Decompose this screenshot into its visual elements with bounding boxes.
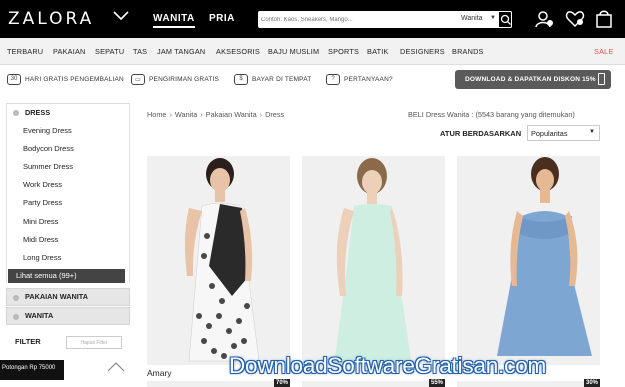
sidebar-item-long-dress[interactable]: Long Dress [7,248,129,266]
scroll-up-chevron-icon[interactable] [104,359,128,375]
cat-terbaru[interactable]: TERBARU [7,47,43,56]
sidebar-group-pakaian-wanita[interactable]: PAKAIAN WANITA [6,287,130,306]
sidebar-item-bodycon-dress[interactable]: Bodycon Dress [7,139,129,157]
sidebar-section-title: DRESS [25,108,51,117]
nav-wanita[interactable]: WANITA [153,13,195,28]
top-bar: ZALORA WANITA PRIA Wanita ▼ [0,0,625,38]
benefit-free-return[interactable]: 30 HARI GRATIS PENGEMBALIAN [7,73,124,85]
nav-pria[interactable]: PRIA [209,13,235,24]
caret-down-icon: ▼ [589,129,595,135]
sidebar-group-label: WANITA [25,311,54,320]
delivery-truck-icon: ▭ [131,73,145,85]
breadcrumb-home[interactable]: Home [147,110,166,119]
sidebar-list: Evening Dress Bodycon Dress Summer Dress… [6,121,130,283]
sidebar-group-label: PAKAIAN WANITA [25,292,88,301]
sidebar-item-party-dress[interactable]: Party Dress [7,194,129,212]
user-icon[interactable] [534,9,554,29]
breadcrumb-separator-icon: › [200,110,203,119]
see-all-link[interactable]: Lihat semua (99+) [8,268,125,283]
benefit-label: PENGIRIMAN GRATIS [149,75,220,83]
bullet-icon [13,110,19,116]
breadcrumb-separator-icon: › [169,110,172,119]
benefit-faq[interactable]: ? PERTANYAAN? [326,73,393,85]
sidebar-item-evening-dress[interactable]: Evening Dress [7,121,129,139]
benefit-free-shipping[interactable]: ▭ PENGIRIMAN GRATIS [131,73,219,85]
shopping-bag-icon[interactable] [594,9,614,29]
sort-select[interactable]: Popularitas ▼ [527,125,600,141]
bullet-icon [13,313,19,320]
sidebar-group-wanita[interactable]: WANITA [6,306,130,325]
cat-sale[interactable]: SALE [594,47,613,56]
bullet-icon [13,294,19,301]
zalora-logo[interactable]: ZALORA [8,9,94,29]
cash-payment-icon: $ [234,73,248,85]
benefit-label: BAYAR DI TEMPAT [252,75,312,83]
cat-tas[interactable]: TAS [133,47,147,56]
discount-badge: 30% [584,379,600,387]
wishlist-heart-icon[interactable] [565,9,585,29]
cat-jam-tangan[interactable]: JAM TANGAN [157,47,205,56]
cat-sports[interactable]: SPORTS [328,47,359,56]
download-app-button[interactable]: DOWNLOAD & DAPATKAN DISKON 15% [455,70,611,89]
caret-down-icon[interactable]: ▼ [490,15,496,21]
sidebar-item-summer-dress[interactable]: Summer Dress [7,157,129,175]
category-sidebar: DRESS Evening Dress Bodycon Dress Summer… [6,103,130,325]
30-days-return-icon: 30 [7,73,21,85]
phone-icon [598,73,605,85]
cat-pakaian[interactable]: PAKAIAN [53,47,86,56]
sort-value: Popularitas [531,128,568,138]
discount-badge: 70% [274,379,290,387]
search-category-select[interactable]: Wanita [461,15,483,22]
sort-label: ATUR BERDASARKAN [440,129,522,138]
sidebar-item-mini-dress[interactable]: Mini Dress [7,212,129,230]
cat-batik[interactable]: BATIK [367,47,389,56]
benefit-cod[interactable]: $ BAYAR DI TEMPAT [234,73,311,85]
benefit-label: PERTANYAAN? [344,75,393,83]
search-input[interactable] [261,13,451,26]
download-app-label: DOWNLOAD & DAPATKAN DISKON 15% [465,76,596,83]
search-button[interactable] [498,11,512,28]
watermark-text: DownloadSoftwareGratisan.com [229,353,547,378]
breadcrumb-dress[interactable]: Dress [265,110,284,119]
chevron-down-icon[interactable] [113,10,129,22]
search-bar: Wanita ▼ [258,11,512,28]
sidebar-item-work-dress[interactable]: Work Dress [7,176,129,194]
promo-banner[interactable]: Potongan Rp 75000 [0,360,64,380]
search-icon [500,14,511,25]
sidebar-item-midi-dress[interactable]: Midi Dress [7,230,129,248]
benefit-label: HARI GRATIS PENGEMBALIAN [25,75,124,83]
category-bar: TERBARU PAKAIAN SEPATU TAS JAM TANGAN AK… [0,38,625,65]
breadcrumb-separator-icon: › [259,110,263,119]
clear-filter-button[interactable]: Hapus Filter [66,336,122,349]
sidebar-section-dress[interactable]: DRESS [6,103,130,121]
cat-sepatu[interactable]: SEPATU [95,47,124,56]
breadcrumb-pakaian-wanita[interactable]: Pakaian Wanita [206,110,257,119]
result-count: BELI Dress Wanita : (5543 barang yang di… [408,110,575,119]
question-bubble-icon: ? [326,73,340,85]
filter-heading: FILTER [15,337,41,346]
cat-brands[interactable]: BRANDS [452,47,484,56]
cat-baju-muslim[interactable]: BAJU MUSLIM [268,47,319,56]
breadcrumb-wanita[interactable]: Wanita [175,110,197,119]
cat-designers[interactable]: DESIGNERS [400,47,445,56]
cat-aksesoris[interactable]: AKSESORIS [216,47,260,56]
breadcrumb: Home › Wanita › Pakaian Wanita › Dress [147,110,284,119]
discount-badge: 55% [429,379,445,387]
